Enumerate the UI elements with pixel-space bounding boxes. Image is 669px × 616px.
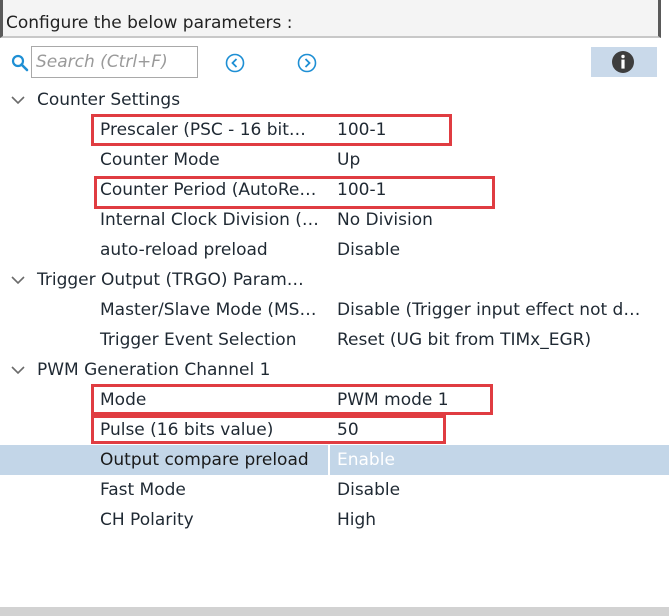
parameter-value[interactable]: Enable [337,445,395,475]
tree-group-row[interactable]: Counter Settings [0,85,669,115]
parameter-name: Mode [100,390,147,410]
tree-group-row[interactable]: Trigger Output (TRGO) Param… [0,265,669,295]
search-icon[interactable] [11,54,29,72]
parameter-value[interactable]: 100-1 [337,175,386,205]
parameter-row[interactable]: Trigger Event Selection Reset (UG bit fro… [0,325,669,355]
column-divider [328,445,330,475]
chevron-down-icon[interactable] [10,364,26,376]
parameter-row[interactable]: CH Polarity High [0,505,669,535]
parameter-name: auto-reload preload [100,240,268,260]
group-label: Trigger Output (TRGO) Param… [37,270,304,290]
info-icon [612,51,634,73]
parameter-name: Output compare preload [100,450,309,470]
parameter-value[interactable]: Disable (Trigger input effect not d… [337,295,640,325]
tree-group-row[interactable]: PWM Generation Channel 1 [0,355,669,385]
parameter-name: Pulse (16 bits value) [100,420,274,440]
parameter-row[interactable]: Fast Mode Disable [0,475,669,505]
parameter-row[interactable]: auto-reload preload Disable [0,235,669,265]
horizontal-scrollbar[interactable] [0,607,669,616]
parameter-name: Internal Clock Division (… [100,210,319,230]
parameter-name: CH Polarity [100,510,194,530]
parameter-row[interactable]: Master/Slave Mode (MS… Disable (Trigger i… [0,295,669,325]
parameter-name: Master/Slave Mode (MS… [100,300,317,320]
parameter-name: Trigger Event Selection [100,330,297,350]
parameter-value[interactable]: Disable [337,235,400,265]
parameter-row[interactable]: Prescaler (PSC - 16 bit… 100-1 [0,115,669,145]
parameter-value[interactable]: Disable [337,475,400,505]
parameter-row[interactable]: Internal Clock Division (… No Division [0,205,669,235]
chevron-down-icon[interactable] [10,274,26,286]
parameter-row[interactable]: Output compare preload Enable [0,445,669,475]
parameter-name: Counter Period (AutoRe… [100,180,317,200]
parameter-value[interactable]: PWM mode 1 [337,385,449,415]
parameter-value[interactable]: Up [337,145,360,175]
search-input[interactable] [31,46,198,78]
parameter-name: Fast Mode [100,480,186,500]
group-label: PWM Generation Channel 1 [37,360,271,380]
parameter-value[interactable]: 50 [337,415,359,445]
page-title: Configure the below parameters : [6,13,293,33]
parameter-row[interactable]: Pulse (16 bits value) 50 [0,415,669,445]
parameter-value[interactable]: High [337,505,376,535]
next-icon[interactable] [296,52,318,74]
info-button[interactable] [591,47,657,77]
group-label: Counter Settings [37,90,181,110]
previous-icon[interactable] [224,52,246,74]
parameter-row[interactable]: Counter Period (AutoRe… 100-1 [0,175,669,205]
parameter-value[interactable]: 100-1 [337,115,386,145]
parameter-value[interactable]: Reset (UG bit from TIMx_EGR) [337,325,591,355]
parameters-header: Configure the below parameters : [0,0,661,38]
parameter-name: Prescaler (PSC - 16 bit… [100,120,306,140]
chevron-down-icon[interactable] [10,94,26,106]
parameter-name: Counter Mode [100,150,220,170]
parameter-row[interactable]: Counter Mode Up [0,145,669,175]
parameter-value[interactable]: No Division [337,205,433,235]
parameter-row[interactable]: Mode PWM mode 1 [0,385,669,415]
